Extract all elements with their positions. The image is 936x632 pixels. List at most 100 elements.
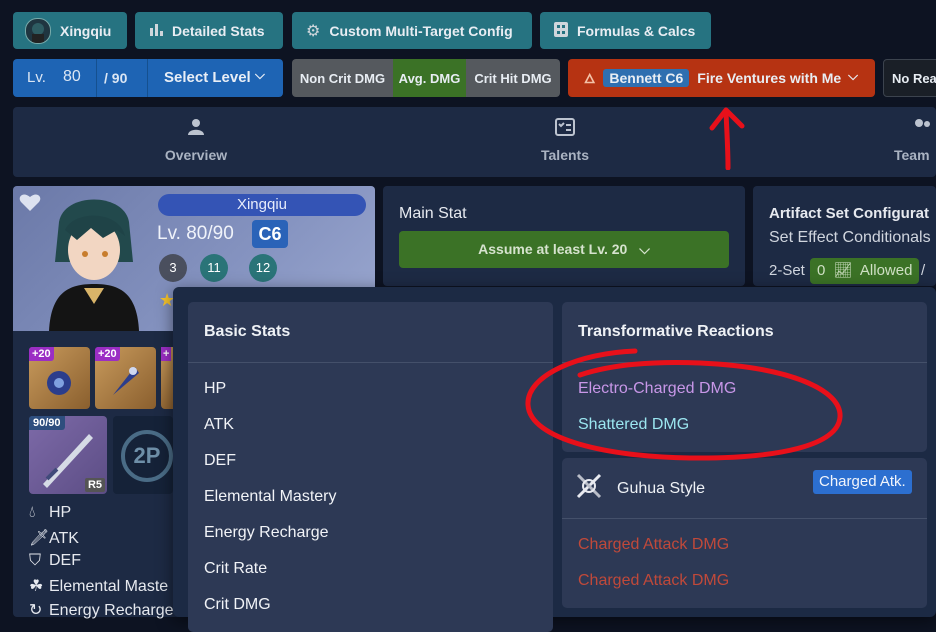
option-hp[interactable]: HP: [204, 380, 226, 398]
option-charged-attack-dmg[interactable]: Charged Attack DMG: [578, 536, 729, 554]
crit-hit-dmg-label: Crit Hit DMG: [474, 70, 552, 86]
favorite-heart-icon[interactable]: [19, 192, 41, 212]
level-prefix: Lv.: [27, 69, 46, 86]
guhua-style-title: Guhua Style: [617, 480, 706, 497]
tab-talents-label: Talents: [541, 147, 589, 163]
main-stat-panel: Main Stat Assume at least Lv. 20 ⌵: [383, 186, 745, 286]
avg-dmg-label: Avg. DMG: [398, 70, 461, 86]
calculator-icon: [554, 21, 568, 40]
basic-stats-card: Basic Stats HP ATK DEF Elemental Mastery…: [188, 302, 553, 632]
option-atk[interactable]: ATK: [204, 416, 234, 434]
constellation-badge: C6: [252, 220, 288, 248]
stat-er: ↻ Energy Recharge: [29, 600, 174, 620]
stat-atk: 🗡︎ATK: [29, 528, 79, 548]
stat-hp: 💧︎ HP: [29, 504, 71, 522]
allowed-count: 0: [817, 262, 826, 279]
pyro-icon: 🜂: [584, 71, 596, 86]
detailed-stats-label: Detailed Stats: [172, 22, 265, 39]
artifact-set-panel: Artifact Set Configurat Set Effect Condi…: [753, 186, 936, 286]
card-character-name: Xingqiu: [158, 194, 366, 216]
hp-icon: 💧︎: [29, 504, 36, 521]
character-avatar-icon: [25, 17, 51, 44]
set-separator: /: [921, 262, 926, 279]
option-charged-attack-dmg[interactable]: Charged Attack DMG: [578, 572, 729, 590]
main-stat-title: Main Stat: [399, 205, 467, 222]
option-crit-rate[interactable]: Crit Rate: [204, 560, 267, 578]
chart-line-icon: 📈︎: [833, 262, 853, 279]
tab-talents[interactable]: Talents: [520, 118, 610, 168]
level-input[interactable]: 80: [63, 68, 81, 86]
level-max: / 90: [104, 70, 128, 86]
guhua-style-icon: [576, 473, 602, 499]
gear-icon: ⚙: [306, 22, 321, 40]
artifact-flower[interactable]: +20: [29, 347, 90, 409]
chevron-down-icon: ⌵: [848, 68, 858, 83]
user-icon: [188, 119, 204, 135]
talent-level-burst: 12: [249, 254, 277, 282]
refinement-badge: R5: [84, 478, 105, 492]
team-member-badge: Bennett C6: [603, 69, 690, 87]
avg-dmg-toggle[interactable]: Avg. DMG: [393, 59, 466, 97]
select-level-dropdown[interactable]: Select Level: [164, 69, 251, 86]
stat-def-label: DEF: [49, 552, 81, 569]
allowed-label: Allowed: [859, 262, 913, 279]
custom-multi-target-label: Custom Multi-Target Config: [329, 22, 513, 39]
assume-level-dropdown[interactable]: Assume at least Lv. 20 ⌵: [399, 231, 729, 268]
charged-atk-badge: Charged Atk.: [813, 470, 912, 494]
two-set-label: 2-Set: [769, 262, 805, 279]
level-control: Lv. 80 / 90 Select Level ⌵: [13, 59, 283, 97]
option-def[interactable]: DEF: [204, 452, 236, 470]
flower-icon: [47, 371, 71, 395]
stat-em: ☘︎ Elemental Maste: [29, 576, 168, 596]
artifact-set-logo: 2P: [113, 416, 173, 494]
artifact-level: +20: [95, 347, 120, 361]
formulas-label: Formulas & Calcs: [577, 22, 696, 39]
crit-hit-dmg-toggle[interactable]: Crit Hit DMG: [466, 59, 560, 97]
stat-hp-label: HP: [49, 504, 72, 521]
annotation-arrow: [709, 107, 745, 170]
option-energy-recharge[interactable]: Energy Recharge: [204, 524, 329, 542]
users-icon: [915, 119, 930, 127]
tab-team[interactable]: Team: [888, 118, 936, 168]
reaction-mode-button[interactable]: No Rea: [883, 59, 936, 97]
assume-level-label: Assume at least Lv. 20: [478, 241, 628, 257]
sword-small-icon: 🗡︎: [29, 530, 50, 547]
tab-team-label: Team: [894, 147, 930, 163]
transformative-title: Transformative Reactions: [578, 323, 774, 340]
character-button[interactable]: Xingqiu: [13, 12, 127, 49]
talent-level-normal: 3: [159, 254, 187, 282]
artifact-plume[interactable]: +20: [95, 347, 156, 409]
option-crit-dmg[interactable]: Crit DMG: [204, 596, 271, 614]
checklist-icon: [555, 118, 575, 136]
set-logo-text: 2P: [121, 430, 173, 482]
stat-em-label: Elemental Maste: [49, 578, 169, 595]
basic-stats-title: Basic Stats: [204, 323, 291, 340]
er-icon: ↻: [29, 602, 43, 619]
card-level: Lv. 80/90: [157, 223, 234, 244]
custom-multi-target-button[interactable]: ⚙ Custom Multi-Target Config: [292, 12, 532, 49]
stat-atk-label: ATK: [49, 530, 79, 547]
option-elemental-mastery[interactable]: Elemental Mastery: [204, 488, 337, 506]
bar-chart-icon: [149, 22, 163, 39]
stat-er-label: Energy Recharge: [49, 602, 174, 619]
non-crit-dmg-toggle[interactable]: Non Crit DMG: [292, 59, 393, 97]
artifact-set-title: Artifact Set Configurat: [769, 205, 930, 222]
tab-overview[interactable]: Overview: [140, 118, 252, 168]
detailed-stats-button[interactable]: Detailed Stats: [135, 12, 283, 49]
tab-overview-label: Overview: [164, 147, 228, 163]
formulas-button[interactable]: Formulas & Calcs: [540, 12, 711, 49]
weapon-card[interactable]: 90/90 R5: [29, 416, 107, 494]
annotation-circle: [525, 348, 843, 461]
character-portrait: [49, 199, 139, 331]
em-icon: ☘︎: [29, 578, 44, 595]
reaction-mode-label: No Rea: [892, 70, 936, 86]
allowed-badge[interactable]: 0 📈︎ Allowed: [810, 258, 920, 284]
feather-icon: [113, 367, 139, 395]
shield-icon: ⛉: [29, 552, 42, 569]
stat-def: ⛉ DEF: [29, 552, 81, 570]
artifact-set-subtitle: Set Effect Conditionals: [769, 229, 931, 246]
team-buff-label: Fire Ventures with Me: [697, 70, 842, 86]
artifact-level: +: [161, 347, 172, 361]
guhua-style-card: Guhua Style Charged Atk. Charged Attack …: [562, 458, 927, 608]
team-buff-dropdown[interactable]: 🜂 Bennett C6 Fire Ventures with Me ⌵: [568, 59, 875, 97]
